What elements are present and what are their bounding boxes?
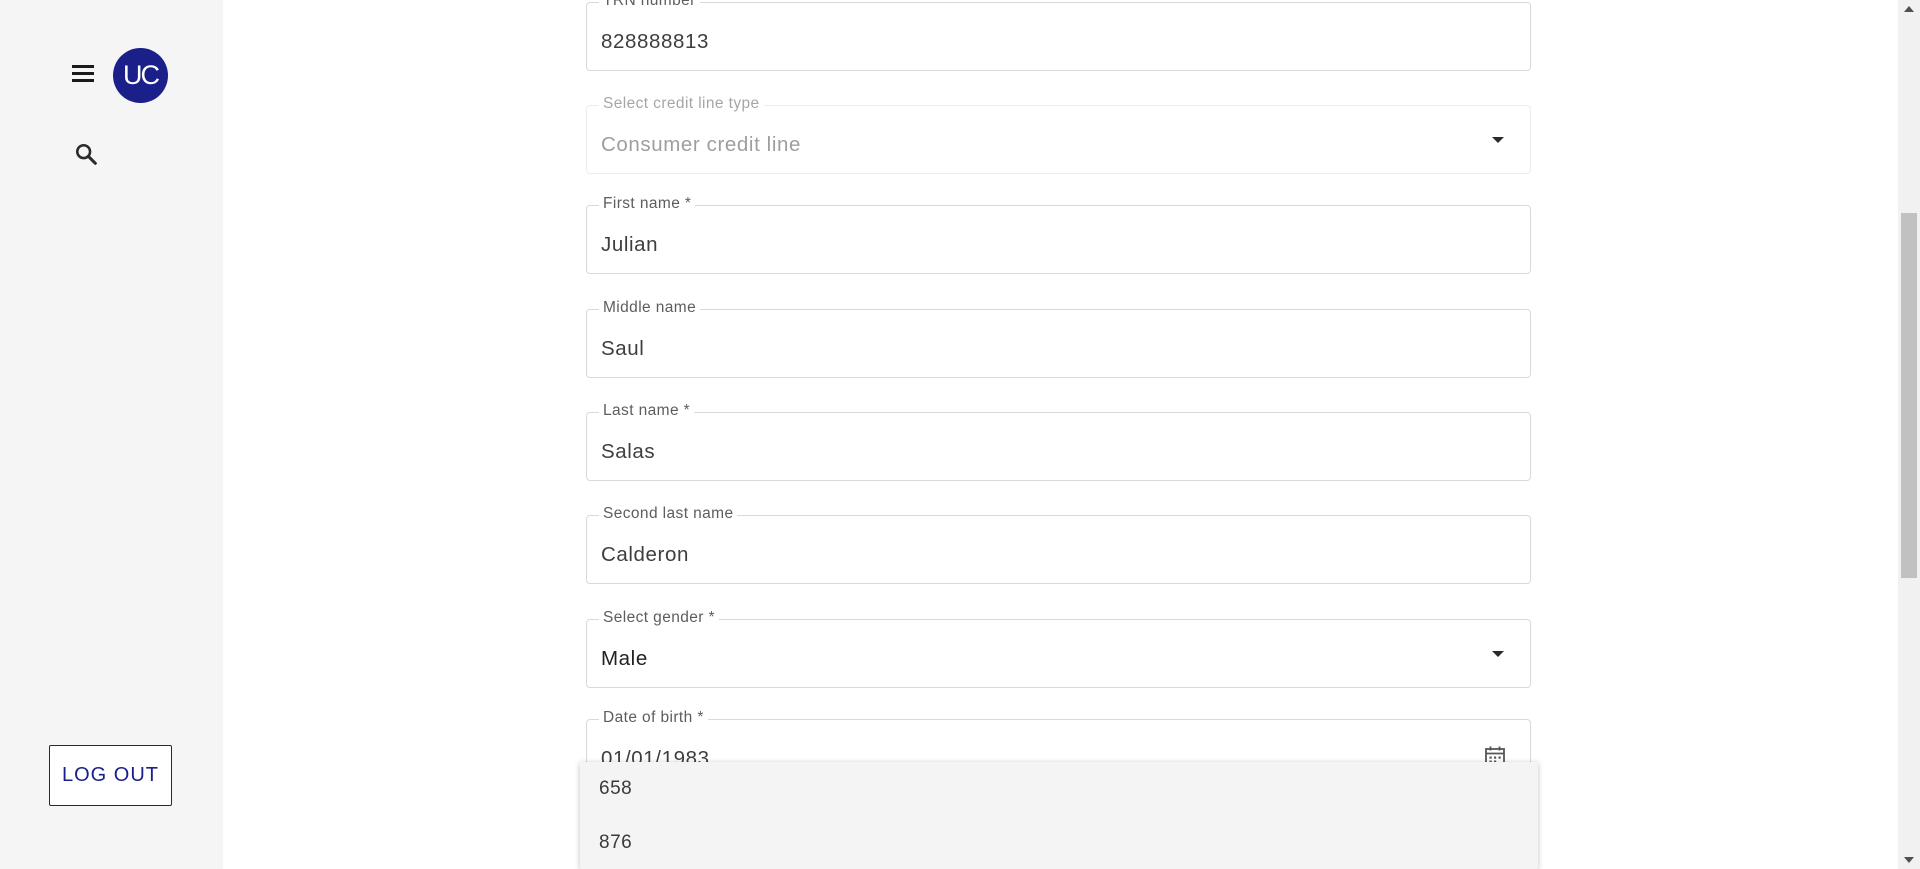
scroll-up-arrow-icon[interactable] [1904, 6, 1914, 12]
first-name-value: Julian [601, 233, 659, 256]
gender-select[interactable]: Select gender * Male [586, 608, 1531, 688]
last-name-value: Salas [601, 440, 656, 463]
last-name-label: Last name * [599, 401, 695, 421]
sidebar: UC LOG OUT [0, 0, 223, 869]
middle-name-field[interactable]: Middle name Saul [586, 298, 1531, 378]
second-last-name-field[interactable]: Second last name Calderon [586, 504, 1531, 584]
last-name-field[interactable]: Last name * Salas [586, 401, 1531, 481]
dropdown-menu: 658 876 [580, 762, 1538, 869]
search-icon[interactable] [72, 140, 100, 168]
dropdown-option[interactable]: 876 [599, 832, 632, 854]
second-last-name-label: Second last name [599, 504, 738, 524]
avatar[interactable]: UC [113, 48, 168, 103]
first-name-field[interactable]: First name * Julian [586, 194, 1531, 274]
credit-line-type-select[interactable]: Select credit line type Consumer credit … [586, 94, 1531, 174]
chevron-down-icon [1492, 137, 1504, 143]
trn-number-label: TRN number [599, 0, 700, 11]
first-name-label: First name * [599, 194, 696, 214]
credit-line-type-label: Select credit line type [599, 94, 764, 114]
trn-number-value: 828888813 [601, 30, 710, 53]
gender-label: Select gender * [599, 608, 719, 628]
hamburger-menu-icon[interactable] [70, 63, 96, 85]
logout-button[interactable]: LOG OUT [49, 745, 172, 806]
avatar-initials: UC [123, 60, 160, 90]
middle-name-label: Middle name [599, 298, 701, 318]
scroll-down-arrow-icon[interactable] [1904, 857, 1914, 863]
gender-value: Male [601, 647, 648, 670]
page-scrollbar[interactable] [1898, 0, 1920, 869]
credit-line-type-value: Consumer credit line [601, 133, 801, 156]
middle-name-value: Saul [601, 337, 645, 360]
trn-number-field[interactable]: TRN number 828888813 [586, 0, 1531, 71]
chevron-down-icon [1492, 651, 1504, 657]
dropdown-option[interactable]: 658 [599, 778, 632, 800]
date-of-birth-label: Date of birth * [599, 708, 708, 728]
second-last-name-value: Calderon [601, 543, 689, 566]
scrollbar-thumb[interactable] [1901, 213, 1917, 578]
